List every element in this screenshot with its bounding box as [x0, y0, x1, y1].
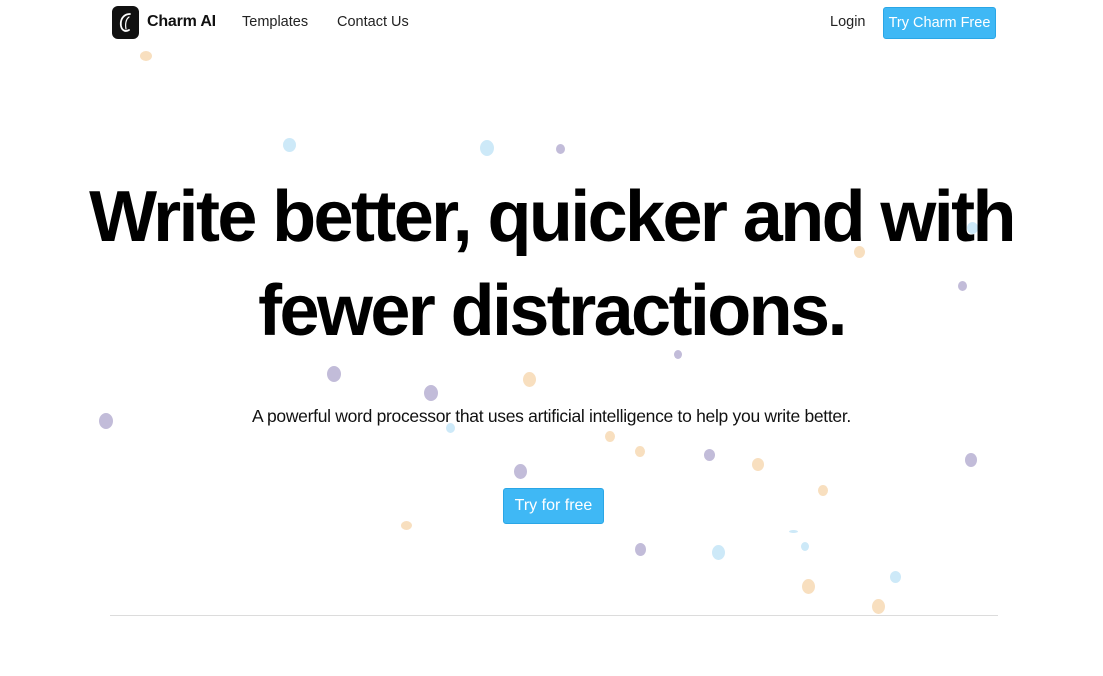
nav-link-contact-us[interactable]: Contact Us	[337, 14, 409, 30]
confetti-dot	[283, 138, 296, 152]
confetti-dot	[480, 140, 494, 156]
charm-logo-icon[interactable]	[112, 6, 139, 39]
confetti-dot	[556, 144, 565, 154]
confetti-dot	[712, 545, 725, 560]
confetti-dot	[635, 543, 646, 556]
hero-headline-line-1: Write better, quicker and with	[89, 177, 1016, 257]
login-link[interactable]: Login	[830, 14, 865, 30]
nav-link-templates[interactable]: Templates	[242, 14, 308, 30]
confetti-dot	[140, 51, 152, 61]
confetti-dot	[802, 579, 815, 594]
confetti-dot	[890, 571, 901, 583]
confetti-dot	[523, 372, 536, 387]
try-for-free-button[interactable]: Try for free	[503, 488, 604, 524]
top-navigation: Charm AI Templates Contact Us Login Try …	[0, 0, 1103, 46]
confetti-dot	[401, 521, 412, 530]
hero-headline-line-2: fewer distractions.	[258, 271, 847, 351]
hero-headline: Write better, quicker and with fewer dis…	[0, 170, 1103, 358]
confetti-dot	[424, 385, 438, 401]
confetti-dot	[818, 485, 828, 496]
landing-page: Charm AI Templates Contact Us Login Try …	[0, 0, 1103, 676]
confetti-dot	[801, 542, 809, 551]
try-charm-free-button[interactable]: Try Charm Free	[883, 7, 996, 39]
confetti-dot	[872, 599, 885, 614]
confetti-dot	[605, 431, 615, 442]
confetti-dot	[789, 530, 798, 533]
section-divider	[110, 615, 998, 616]
confetti-dot	[704, 449, 715, 461]
confetti-dot	[327, 366, 341, 382]
confetti-dot	[635, 446, 645, 457]
hero-subheadline: A powerful word processor that uses arti…	[252, 406, 851, 426]
confetti-dot	[752, 458, 764, 471]
confetti-dot	[965, 453, 977, 467]
confetti-dot	[514, 464, 527, 479]
brand-name[interactable]: Charm AI	[147, 13, 216, 31]
